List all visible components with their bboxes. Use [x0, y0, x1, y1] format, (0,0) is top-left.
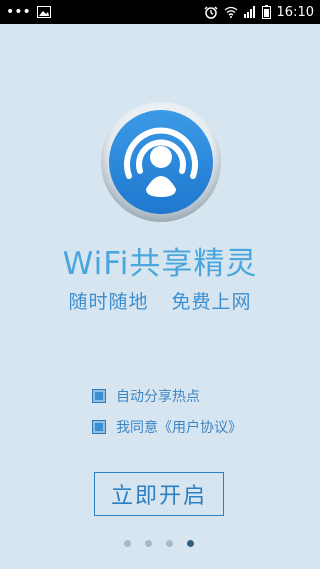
- agree-terms-label[interactable]: 我同意《用户协议》: [116, 417, 242, 437]
- slogan-part1: 随时随地: [68, 291, 149, 313]
- app-logo: [100, 101, 222, 223]
- auto-share-label: 自动分享热点: [116, 389, 200, 405]
- page-dot: [124, 540, 131, 547]
- app-title: WiFi共享精灵: [62, 246, 258, 282]
- image-notification-icon: [36, 6, 51, 18]
- wifi-logo-icon: [101, 102, 221, 222]
- auto-share-checkbox[interactable]: [92, 389, 106, 403]
- overflow-dots-icon: •••: [6, 4, 31, 20]
- alarm-icon: [204, 6, 218, 19]
- status-time: 16:10: [276, 4, 314, 20]
- agree-terms-checkbox[interactable]: [92, 420, 106, 434]
- battery-icon: [261, 5, 271, 19]
- page-dot: [166, 540, 173, 547]
- slogan-part2: 免费上网: [171, 291, 252, 313]
- page-dot: [145, 540, 152, 547]
- start-button[interactable]: 立即开启: [94, 472, 224, 516]
- signal-icon: [243, 6, 255, 18]
- page-indicator: [124, 540, 194, 547]
- status-bar: ••• 16:10: [0, 0, 320, 24]
- wifi-icon: [224, 6, 237, 18]
- page-dot-active: [187, 540, 194, 547]
- auto-share-option[interactable]: 自动分享热点: [92, 386, 200, 406]
- agree-terms-option[interactable]: 我同意《用户协议》: [92, 417, 242, 437]
- app-slogan: 随时随地 免费上网: [0, 287, 320, 314]
